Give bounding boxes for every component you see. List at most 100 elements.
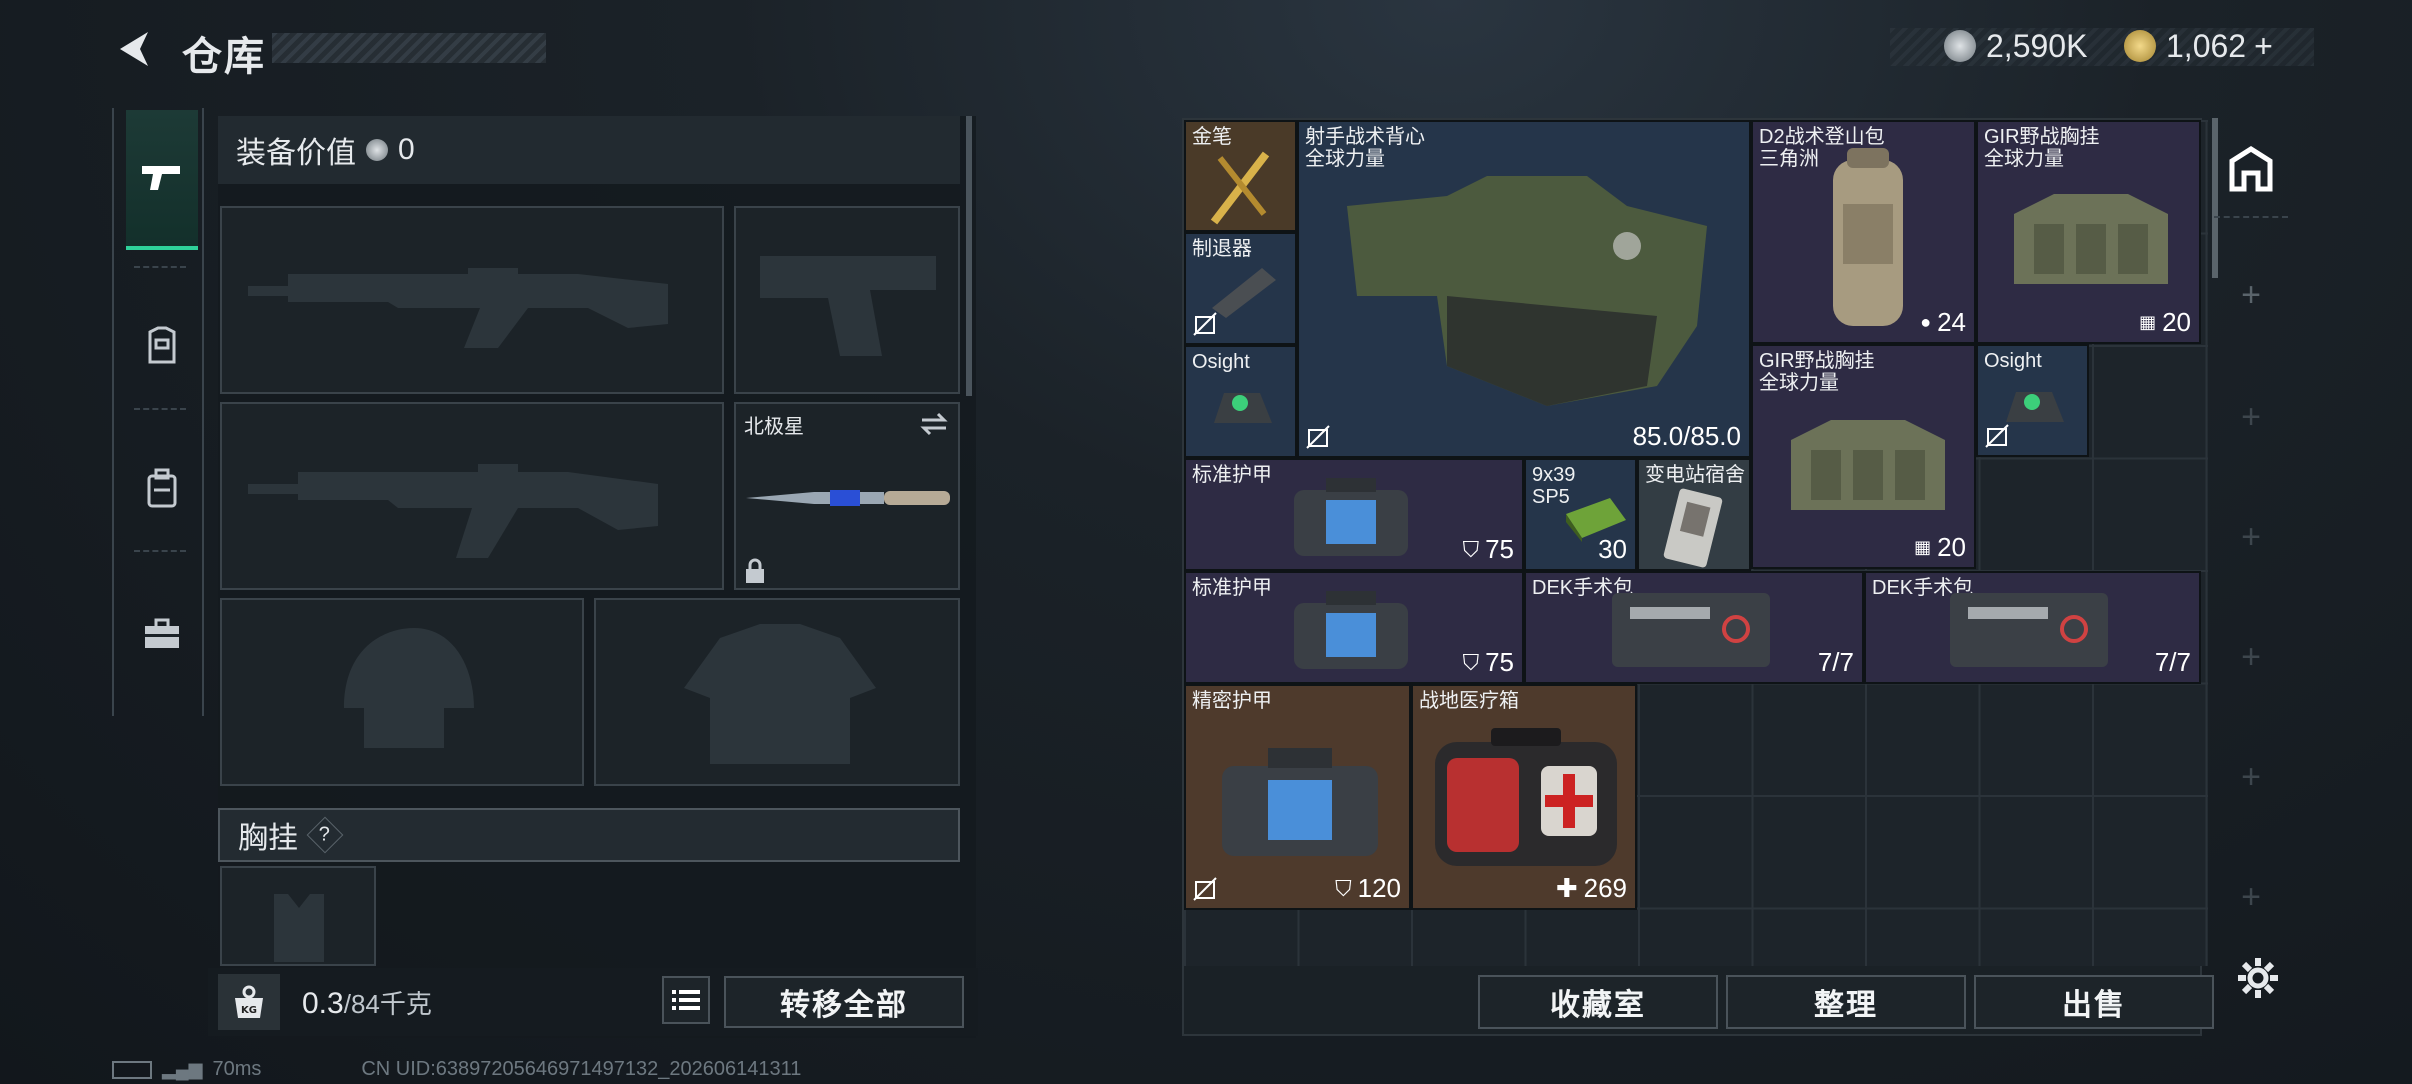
muzzle-brake-icon — [1212, 268, 1276, 318]
item-osight-1[interactable]: Osight — [1184, 345, 1297, 458]
transfer-all-button[interactable]: 转移全部 — [724, 976, 964, 1028]
tab-armor[interactable] — [126, 276, 198, 416]
add-gold-button[interactable]: + — [2254, 28, 2273, 65]
weight-max: /84千克 — [343, 989, 432, 1019]
list-view-button[interactable] — [662, 976, 710, 1024]
item-armor-1[interactable]: 标准护甲 ⛉ 75 — [1184, 458, 1524, 571]
melee-slot[interactable]: 北极星 — [734, 402, 960, 590]
melee-name: 北极星 — [744, 416, 804, 438]
weight-readout: 0.3 /84千克 — [302, 984, 432, 1021]
item-armor-value: ⛉ 120 — [1335, 873, 1401, 903]
helmet-slot[interactable] — [220, 598, 584, 786]
item-capacity: ▦ 20 — [1914, 532, 1966, 562]
tab-divider — [134, 266, 186, 268]
kettlebell-icon: KG — [235, 985, 263, 1018]
svg-text:KG: KG — [241, 1005, 257, 1016]
gold-currency[interactable]: 1,062 + — [2124, 26, 2273, 66]
item-uses: 7/7 — [1817, 647, 1854, 677]
add-page-icon[interactable]: + — [2236, 278, 2266, 312]
ping-text: 70ms — [212, 1058, 262, 1080]
add-page-icon[interactable]: + — [2236, 760, 2266, 794]
tab-case[interactable] — [126, 564, 198, 704]
item-rig-2[interactable]: GIR野战胸挂 全球力量 ▦ 20 — [1751, 344, 1976, 569]
equipment-scrollbar[interactable] — [966, 116, 972, 396]
surgery-kit-icon — [1950, 593, 2108, 667]
no-repair-icon — [1985, 424, 2009, 448]
item-medkit[interactable]: 战地医疗箱 ✚ 269 — [1411, 684, 1637, 910]
item-dorm-key[interactable]: 变电站宿舍 — [1637, 458, 1751, 571]
item-osight-2[interactable]: Osight — [1976, 344, 2089, 457]
armor-bag-icon — [1294, 478, 1408, 556]
helmet-silhouette-icon — [344, 628, 474, 748]
rifle-silhouette-icon — [248, 268, 668, 348]
storage-pages: + + + + + + — [2214, 118, 2288, 978]
add-page-icon[interactable]: + — [2236, 880, 2266, 914]
chest-rig-icon — [2014, 194, 2168, 284]
equipment-value: 0 — [398, 133, 415, 166]
pistol-silhouette-icon — [760, 256, 936, 356]
warehouse-icon — [2229, 146, 2273, 192]
settings-gear-icon[interactable] — [2236, 956, 2280, 1000]
status-footer: ▂▄▆ 70ms CN UID:6389720564697149713​2_20… — [112, 1058, 801, 1081]
tab-backpack[interactable] — [126, 418, 198, 558]
storage-page-1[interactable] — [2214, 120, 2288, 218]
briefcase-icon — [145, 618, 179, 648]
add-page-icon[interactable]: + — [2236, 640, 2266, 674]
body-armor-slot[interactable] — [594, 598, 960, 786]
weight-icon: KG — [218, 974, 280, 1030]
organize-button[interactable]: 整理 — [1726, 975, 1966, 1029]
item-rig-1[interactable]: GIR野战胸挂 全球力量 ▦ 20 — [1976, 120, 2201, 344]
no-repair-icon — [1193, 877, 1217, 901]
scope-icon — [2006, 392, 2064, 422]
chest-rig-label: 胸挂 — [238, 822, 298, 855]
pistol-icon — [142, 166, 180, 190]
item-backpack[interactable]: D2战术登山包 三角洲 ● 24 — [1751, 120, 1976, 344]
silver-coin-icon — [366, 139, 388, 161]
swap-icon[interactable] — [918, 412, 950, 436]
rifle-silhouette-icon — [248, 464, 658, 558]
back-arrow-icon[interactable] — [112, 26, 158, 72]
uid-text: CN UID:6389720564697149713​2_20260614131… — [361, 1058, 802, 1080]
category-tabs — [112, 108, 204, 716]
item-dek-kit-2[interactable]: DEK手术包 7/7 — [1864, 571, 2201, 684]
equipment-value-label: 装备价值 — [236, 137, 356, 170]
item-armor-value: ⛉ 75 — [1462, 647, 1514, 677]
surgery-kit-icon — [1612, 593, 1770, 667]
item-armor-2[interactable]: 标准护甲 ⛉ 75 — [1184, 571, 1524, 684]
backpack-icon — [147, 468, 177, 508]
battery-icon — [112, 1060, 152, 1079]
armor-bag-icon — [1222, 748, 1378, 856]
title-decoration — [272, 33, 546, 63]
scope-icon — [1214, 393, 1272, 423]
equipment-value-bar: 装备价值 0 — [218, 116, 960, 184]
gold-amount: 1,062 — [2166, 27, 2247, 64]
tab-weapons[interactable] — [126, 110, 198, 250]
help-icon[interactable]: ? — [306, 816, 344, 854]
item-armor-3[interactable]: 精密护甲 ⛉ 120 — [1184, 684, 1411, 910]
collection-room-button[interactable]: 收藏室 — [1478, 975, 1718, 1029]
item-ammo[interactable]: 9x39 SP5 30 — [1524, 458, 1637, 571]
chest-rig-slot[interactable] — [220, 866, 376, 966]
item-gold-pen[interactable]: 金笔 — [1184, 120, 1297, 232]
item-dek-kit-1[interactable]: DEK手术包 7/7 — [1524, 571, 1864, 684]
gold-pen-icon — [1210, 151, 1270, 225]
sell-button[interactable]: 出售 — [1974, 975, 2214, 1029]
tab-divider — [134, 408, 186, 410]
keycard-icon — [1663, 488, 1723, 568]
medkit-icon — [1435, 728, 1617, 866]
primary-weapon-slot[interactable] — [220, 206, 724, 394]
add-page-icon[interactable]: + — [2236, 400, 2266, 434]
tactical-vest-icon — [1347, 176, 1707, 406]
no-repair-icon — [1193, 312, 1217, 336]
add-page-icon[interactable]: + — [2236, 520, 2266, 554]
chest-rig-icon — [1791, 420, 1945, 510]
page-title: 仓库 — [182, 35, 266, 79]
tab-divider — [134, 550, 186, 552]
secondary-weapon-slot[interactable] — [220, 402, 724, 590]
no-repair-icon — [1306, 425, 1330, 449]
knife-icon — [746, 490, 950, 506]
item-muzzle-brake[interactable]: 制退器 — [1184, 232, 1297, 345]
backpack-item-icon — [1833, 148, 1903, 326]
pistol-slot[interactable] — [734, 206, 960, 394]
item-vest[interactable]: 射手战术背心 全球力量 85.0/85.0 — [1297, 120, 1751, 458]
